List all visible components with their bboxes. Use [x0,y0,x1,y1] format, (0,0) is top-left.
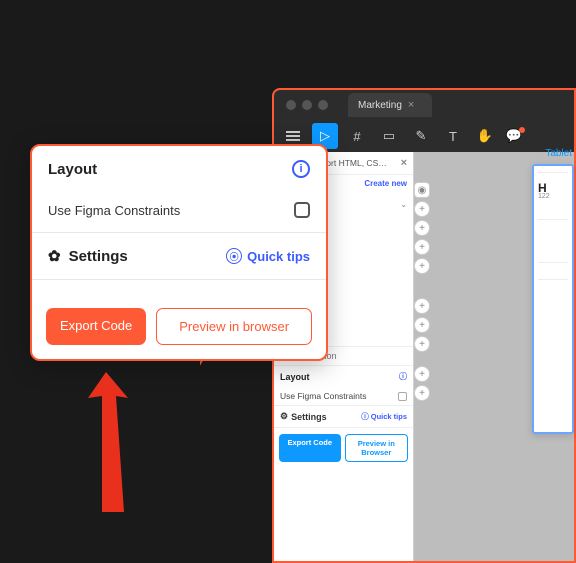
notification-badge [519,127,525,133]
canvas-heading: H [538,181,568,191]
window-titlebar: Marketing × [274,90,574,120]
settings-row[interactable]: ⚙ Settings ⓘ Quick tips [274,405,413,428]
arrow-annotation [78,372,158,542]
quick-tips-link[interactable]: ⦿ Quick tips [226,248,310,264]
chevron-down-icon: ⌄ [400,200,407,209]
constraints-checkbox[interactable] [294,202,310,218]
preview-browser-button[interactable]: Preview in browser [156,308,312,345]
gear-icon: ✿ [48,247,61,265]
layout-section-header: Layout ⓘ [274,365,413,387]
frame-label[interactable]: Tablet [545,148,572,159]
hand-tool-icon[interactable]: ✋ [472,123,498,149]
settings-label: Settings [291,412,327,422]
window-control-dot[interactable] [318,100,328,110]
layout-title: Layout [48,161,97,178]
add-item-button[interactable]: + [414,336,430,352]
export-code-button[interactable]: Export Code [279,434,341,462]
document-tab[interactable]: Marketing × [348,93,432,117]
add-item-button[interactable]: + [414,220,430,236]
canvas-text: 122 [538,193,568,199]
bulb-icon: ⓘ [361,411,369,422]
add-item-button[interactable]: + [414,298,430,314]
text-tool-icon[interactable]: T [440,123,466,149]
add-item-button[interactable]: + [414,385,430,401]
gear-icon: ⚙ [280,411,288,422]
export-code-button[interactable]: Export Code [46,308,146,345]
add-item-button[interactable]: ◉ [414,182,430,198]
frame-tool-icon[interactable]: # [344,123,370,149]
settings-title: Settings [69,248,128,265]
constraints-label: Use Figma Constraints [48,203,180,218]
layout-header: Layout i [32,146,326,192]
constraints-label: Use Figma Constraints [280,391,366,401]
constraints-row: Use Figma Constraints [32,192,326,233]
zoomed-popout-card: Layout i Use Figma Constraints ✿ Setting… [30,144,328,361]
window-control-dot[interactable] [302,100,312,110]
canvas-frame[interactable]: H 122 [532,164,574,434]
constraints-checkbox[interactable] [398,392,407,401]
bulb-icon: ⦿ [226,248,242,264]
close-icon[interactable]: × [401,157,407,169]
add-item-column: ◉ + + + + + + + + + [414,182,436,401]
add-item-button[interactable]: + [414,258,430,274]
add-item-button[interactable]: + [414,317,430,333]
layout-label: Layout [280,372,310,382]
window-control-dot[interactable] [286,100,296,110]
pen-tool-icon[interactable]: ✎ [408,123,434,149]
shape-tool-icon[interactable]: ▭ [376,123,402,149]
constraints-row: Use Figma Constraints [274,387,413,405]
add-item-button[interactable]: + [414,239,430,255]
preview-browser-button[interactable]: Preview in Browser [345,434,409,462]
popout-footer: Export Code Preview in browser [32,280,326,359]
quick-tips-link[interactable]: ⓘ Quick tips [361,411,407,422]
tab-label: Marketing [358,100,402,111]
comment-tool-icon[interactable]: 💬 [504,123,530,149]
info-icon[interactable]: ⓘ [399,371,407,382]
plugin-footer-buttons: Export Code Preview in Browser [274,428,413,468]
close-icon[interactable]: × [408,99,414,111]
add-item-button[interactable]: + [414,366,430,382]
settings-row[interactable]: ✿ Settings ⦿ Quick tips [32,233,326,280]
info-icon[interactable]: i [292,160,310,178]
add-item-button[interactable]: + [414,201,430,217]
